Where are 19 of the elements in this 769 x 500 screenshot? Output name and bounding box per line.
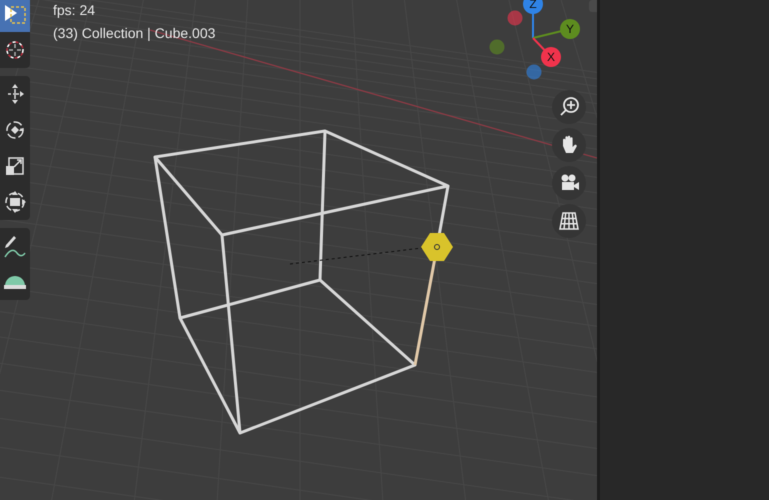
select-box-icon <box>3 3 27 25</box>
zoom-in-icon <box>558 96 580 118</box>
navigation-button[interactable] <box>552 166 586 200</box>
gizmo-negative-dot[interactable] <box>526 64 542 80</box>
grid-plane-icon <box>558 210 580 232</box>
protractor-icon <box>4 276 26 288</box>
pencil-curve-icon <box>3 233 27 259</box>
gizmo-negative-dot[interactable] <box>490 40 504 54</box>
viewport-info-text: (33) Collection | Cube.003 <box>53 24 216 43</box>
navigation-button[interactable] <box>552 204 586 238</box>
scale-icon <box>4 155 26 177</box>
navigation-button[interactable] <box>552 128 586 162</box>
navigation-button[interactable] <box>552 90 586 124</box>
transform-icon <box>3 190 27 214</box>
rotate-icon <box>4 119 26 141</box>
gizmo-negative-dot[interactable] <box>508 10 522 26</box>
crosshair-icon <box>4 39 26 61</box>
vertex-handle[interactable] <box>421 233 453 261</box>
viewport-info-text: fps: 24 <box>53 1 96 20</box>
